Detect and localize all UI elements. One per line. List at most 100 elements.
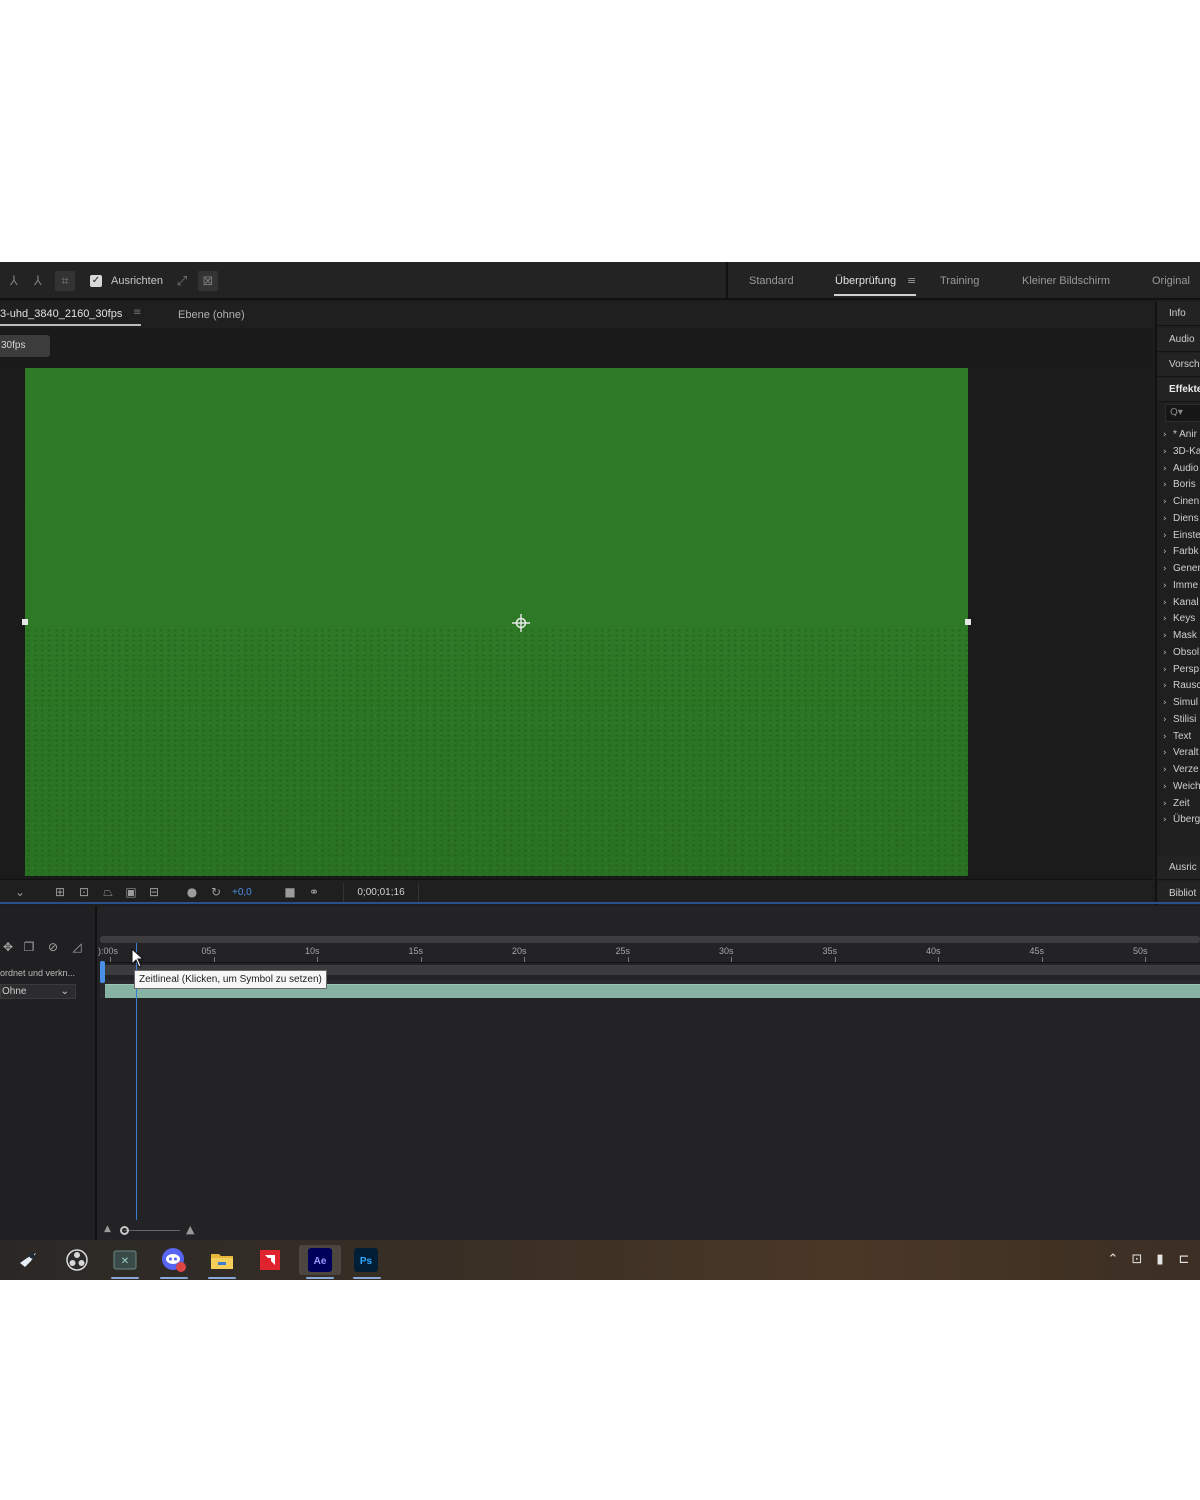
composition-tab-menu-icon[interactable]: ≡ [133,307,141,318]
effects-category-item[interactable]: › Simul [1163,695,1198,711]
guides-icon[interactable]: ⊟ [146,884,162,900]
effects-category-item[interactable]: › Obsol [1163,645,1199,661]
panel-header-info[interactable]: Info [1157,302,1200,326]
effects-category-item[interactable]: › Veralt [1163,745,1199,761]
effects-category-item[interactable]: › 3D-Ka [1163,444,1200,460]
frame-blending-icon[interactable]: ❐ [21,939,37,955]
snapshot-camera-icon[interactable]: ■ [282,884,298,900]
excel-icon[interactable]: ✕ [110,1245,140,1275]
timeline-panel-border [0,902,1200,904]
microphone-icon[interactable]: ▮ [1152,1252,1168,1268]
tray-device-icon[interactable]: ⊡ [1129,1252,1145,1268]
viewer-timecode[interactable]: 0;00;01;16 [343,883,419,902]
ruler-tick-mark [317,957,318,962]
effects-category-item[interactable]: › Diens [1163,511,1199,527]
current-time-indicator-head[interactable] [100,961,105,983]
network-icon[interactable]: ⊏ [1176,1252,1192,1268]
snap-grid-icon[interactable]: ⊠ [198,271,218,291]
zoom-slider-knob[interactable] [120,1226,129,1235]
workspace-tab-original[interactable]: Original [1152,275,1190,287]
composition-name-chip[interactable]: 30fps [0,335,50,357]
panel-header-effects[interactable]: Effekte [1157,378,1200,402]
after-effects-icon[interactable]: Ae [299,1245,341,1275]
workspace-divider [726,262,728,300]
effects-category-item[interactable]: › Rausc [1163,678,1200,694]
motion-blur-icon[interactable]: ⊘ [45,939,61,955]
file-explorer-icon[interactable] [207,1245,237,1275]
shy-layers-icon[interactable]: ✥ [0,939,16,955]
chevron-right-icon: › [1163,714,1167,725]
effects-category-item[interactable]: › Zeit [1163,796,1190,812]
obs-icon[interactable] [62,1245,92,1275]
ruler-tick-mark [938,957,939,962]
layer-tab[interactable]: Ebene (ohne) [178,309,245,321]
graph-editor-icon[interactable]: ◿ [69,939,85,955]
zoom-out-icon[interactable]: ▲ [104,1224,111,1234]
reset-exposure-icon[interactable]: ↻ [208,884,224,900]
ruler-tick-mark [731,957,732,962]
axis-view-icon[interactable]: ⌗ [55,271,75,291]
show-snapshot-icon[interactable]: ⚭ [306,884,322,900]
effects-category-item[interactable]: › Farbk [1163,544,1199,560]
effects-category-item[interactable]: › Imme [1163,578,1198,594]
region-of-interest-icon[interactable]: ▣ [123,884,139,900]
amd-icon[interactable] [255,1245,285,1275]
workspace-tab-review[interactable]: Überprüfung [835,275,896,287]
chevron-right-icon: › [1163,430,1167,440]
effects-category-item[interactable]: › Verze [1163,762,1199,778]
workspace-menu-icon[interactable]: ≡ [907,274,916,287]
transform-handle-right[interactable] [965,619,971,625]
exposure-value[interactable]: +0,0 [232,887,252,898]
panel-header-align[interactable]: Ausric [1157,856,1200,880]
time-navigator-bar[interactable] [100,936,1200,943]
effects-category-item[interactable]: › Keys [1163,611,1195,627]
parent-select[interactable]: Ohne ⌄ [0,984,76,999]
effects-category-item[interactable]: › Audio [1163,461,1199,477]
effects-category-label: Veralt [1173,747,1199,759]
chevron-right-icon: › [1163,681,1167,692]
effects-category-item[interactable]: › Boris [1163,477,1196,493]
axis-local-icon[interactable]: ⅄ [4,271,24,291]
green-screen-footage[interactable] [25,368,968,876]
snap-options-icon[interactable]: ⤢ [172,271,192,291]
tray-overflow-chevron-icon[interactable]: ⌃ [1105,1252,1121,1268]
time-ruler[interactable]: ):00s 05s 10s 15s 20s 25s 30s 35s 40s 45s 50s [98,943,1200,963]
effects-category-item[interactable]: › Stilisi [1163,712,1196,728]
effects-category-item[interactable]: › Gener [1163,561,1200,577]
photoshop-icon[interactable]: Ps [351,1245,381,1275]
anchor-point-icon[interactable] [511,613,531,633]
mask-visibility-icon[interactable]: ⏢ [100,884,116,900]
effects-category-item[interactable]: › Überg [1163,812,1200,828]
color-channels-icon[interactable]: ● [184,884,200,900]
effects-category-item[interactable]: › Kanal [1163,595,1199,611]
zoom-slider-track[interactable] [124,1230,180,1231]
workspace-tab-standard[interactable]: Standard [749,275,794,287]
ruler-tick-label: 50s [1133,946,1148,956]
effects-category-item[interactable]: › Cinen [1163,494,1199,510]
effects-category-item[interactable]: › Mask [1163,628,1197,644]
effects-category-item[interactable]: › Text [1163,729,1191,745]
effects-search-input[interactable]: Q▾ [1165,404,1200,422]
transform-handle-left[interactable] [22,619,28,625]
steam-icon[interactable] [13,1245,43,1275]
ruler-tooltip: Zeitlineal (Klicken, um Symbol zu setzen… [134,970,327,989]
panel-header-audio[interactable]: Audio [1157,328,1200,352]
effects-category-label: Cinen [1173,496,1200,507]
axis-world-icon[interactable]: ⅄ [28,271,48,291]
effects-category-item[interactable]: › Weich [1163,779,1200,795]
effects-category-item[interactable]: › Persp [1163,662,1199,678]
zoom-in-icon[interactable]: ▲ [186,1223,194,1236]
magnification-dropdown-icon[interactable]: ⌄ [12,884,28,900]
effects-category-item[interactable]: › * Anir [1163,427,1197,443]
discord-icon[interactable] [159,1245,189,1275]
composition-tab[interactable]: 3-uhd_3840_2160_30fps [0,308,122,320]
panel-header-preview[interactable]: Vorsch [1157,353,1200,377]
workspace-tab-small-screen[interactable]: Kleiner Bildschirm [1022,275,1110,287]
canvas-area[interactable] [0,364,1153,876]
transparency-grid-icon[interactable]: ⊡ [76,884,92,900]
chevron-right-icon: › [1163,564,1167,574]
effects-category-item[interactable]: › Einste [1163,528,1200,544]
fast-preview-icon[interactable]: ⊞ [52,884,68,900]
workspace-tab-training[interactable]: Training [940,275,979,287]
snap-checkbox[interactable]: ✓ [90,275,102,287]
